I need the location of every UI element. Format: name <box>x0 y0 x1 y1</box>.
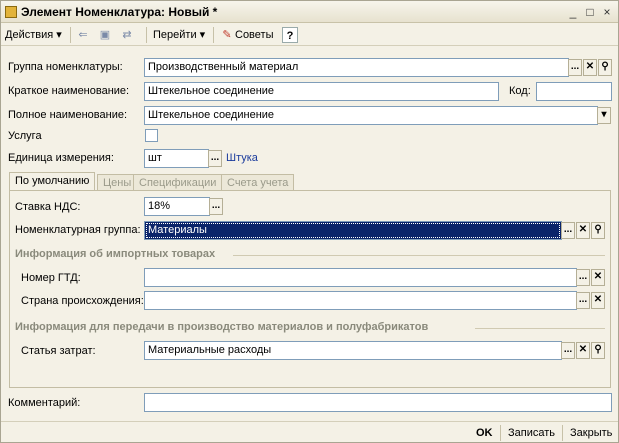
country-clear-button[interactable]: ✕ <box>591 292 605 309</box>
full-name-dropdown-icon[interactable]: ▾ <box>597 107 611 124</box>
nom-group-select-button[interactable]: ... <box>561 222 575 239</box>
vat-label: Ставка НДС: <box>15 201 81 213</box>
short-name-field[interactable]: Штекельное соединение <box>144 82 499 101</box>
section-divider <box>233 255 605 256</box>
maximize-button[interactable]: □ <box>582 4 598 20</box>
tab-default[interactable]: По умолчанию <box>9 172 96 191</box>
cost-item-label: Статья затрат: <box>21 345 96 357</box>
nom-group-search-button[interactable]: ⚲ <box>591 222 605 239</box>
code-label: Код: <box>509 85 531 97</box>
group-clear-button[interactable]: ✕ <box>583 59 597 76</box>
tab-specifications[interactable]: Спецификации <box>133 174 223 191</box>
tab-prices[interactable]: Цены <box>97 174 138 191</box>
tips-button[interactable]: Советы <box>235 27 273 43</box>
tips-icon: ✎ <box>222 29 232 41</box>
vat-select-button[interactable]: ... <box>209 198 223 215</box>
gtd-label: Номер ГТД: <box>21 272 81 284</box>
service-label: Услуга <box>8 130 42 142</box>
tab-accounts[interactable]: Счета учета <box>221 174 295 191</box>
nom-group-label: Номенклатурная группа: <box>15 224 141 236</box>
production-section-title: Информация для передачи в производство м… <box>15 321 429 333</box>
help-button[interactable]: ? <box>282 27 298 43</box>
gtd-clear-button[interactable]: ✕ <box>591 269 605 286</box>
group-search-button[interactable]: ⚲ <box>598 59 612 76</box>
group-label: Группа номенклатуры: <box>8 61 123 73</box>
nom-group-field[interactable]: Материалы <box>144 221 562 240</box>
gtd-select-button[interactable]: ... <box>576 269 590 286</box>
toolbar-separator <box>146 27 147 43</box>
full-name-field[interactable]: Штекельное соединение <box>144 106 598 125</box>
toolbar-separator <box>213 27 214 43</box>
group-field[interactable]: Производственный материал <box>144 58 569 77</box>
import-section-title: Информация об импортных товарах <box>15 248 216 260</box>
go-menu[interactable]: Перейти ▾ <box>153 27 205 43</box>
actions-menu[interactable]: Действия ▾ <box>5 27 62 43</box>
comment-label: Комментарий: <box>8 397 81 409</box>
nom-group-clear-button[interactable]: ✕ <box>576 222 590 239</box>
short-name-label: Краткое наименование: <box>8 85 130 97</box>
form-window: Элемент Номенклатура: Новый * _ □ × Дейс… <box>0 0 619 443</box>
gtd-field[interactable] <box>144 268 577 287</box>
window-title: Элемент Номенклатура: Новый * <box>21 5 218 19</box>
code-field[interactable] <box>536 82 612 101</box>
refresh-icon[interactable]: ▣ <box>97 27 113 43</box>
minimize-button[interactable]: _ <box>565 4 581 20</box>
toolbar-separator <box>70 27 71 43</box>
unit-label: Единица измерения: <box>8 152 114 164</box>
section-divider <box>475 328 605 329</box>
comment-field[interactable] <box>144 393 612 412</box>
footer-bar: OK Записать Закрыть <box>1 421 618 443</box>
cost-item-clear-button[interactable]: ✕ <box>576 342 590 359</box>
form-icon <box>5 6 17 18</box>
country-field[interactable] <box>144 291 577 310</box>
save-button[interactable]: Записать <box>508 425 555 441</box>
footer-separator <box>562 425 563 441</box>
group-select-button[interactable]: ... <box>568 59 582 76</box>
unit-select-button[interactable]: ... <box>208 150 222 167</box>
cost-item-search-button[interactable]: ⚲ <box>591 342 605 359</box>
title-bar[interactable]: Элемент Номенклатура: Новый * _ □ × <box>1 1 618 23</box>
back-icon[interactable]: ⇐ <box>75 27 91 43</box>
cost-item-select-button[interactable]: ... <box>561 342 575 359</box>
cost-item-field[interactable]: Материальные расходы <box>144 341 562 360</box>
ok-button[interactable]: OK <box>476 425 493 441</box>
unit-link[interactable]: Штука <box>226 152 258 164</box>
footer-separator <box>500 425 501 441</box>
structure-icon[interactable]: ⇄ <box>119 27 135 43</box>
toolbar: Действия ▾ ⇐ ▣ ⇄ Перейти ▾ ✎ Советы ? <box>1 24 618 46</box>
country-label: Страна происхождения: <box>21 295 144 307</box>
close-button[interactable]: Закрыть <box>570 425 612 441</box>
vat-field[interactable]: 18% <box>144 197 210 216</box>
country-select-button[interactable]: ... <box>576 292 590 309</box>
full-name-label: Полное наименование: <box>8 109 128 121</box>
unit-field[interactable]: шт <box>144 149 209 168</box>
service-checkbox[interactable] <box>145 129 158 142</box>
close-window-button[interactable]: × <box>599 4 615 20</box>
